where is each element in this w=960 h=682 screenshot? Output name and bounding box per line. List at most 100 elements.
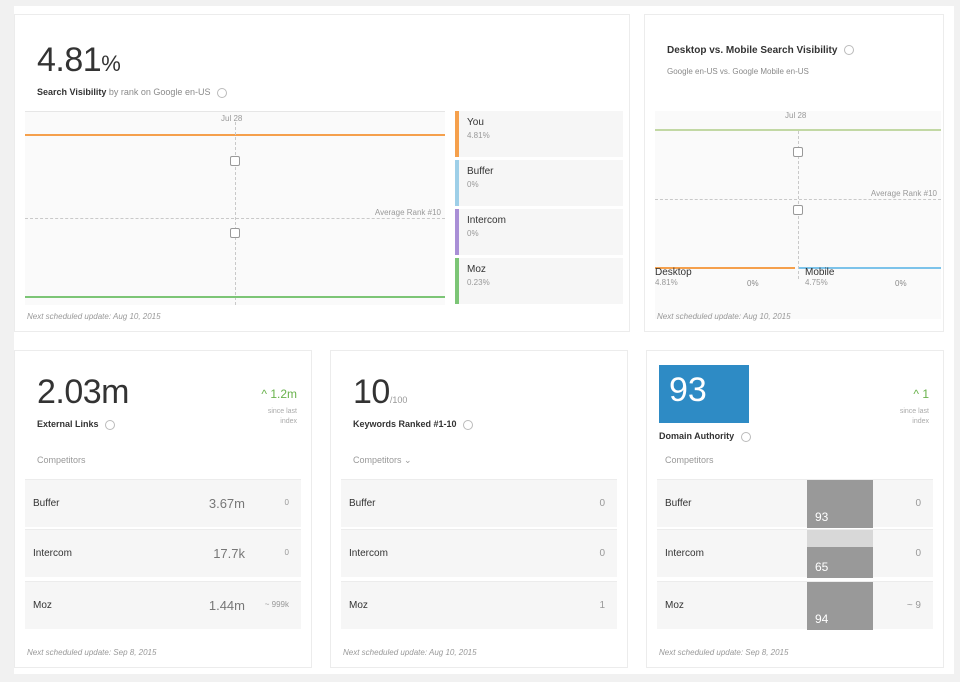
competitor-name: Moz bbox=[349, 600, 368, 611]
point-marker-icon[interactable] bbox=[793, 147, 803, 157]
search-visibility-card: 4.81% Search Visibility by rank on Googl… bbox=[14, 14, 630, 332]
date-marker-line bbox=[235, 122, 236, 305]
desktop-change: 0% bbox=[747, 279, 759, 288]
search-visibility-plot: Jul 28 Average Rank #10 bbox=[25, 111, 445, 305]
dm-title-text: Desktop vs. Mobile Search Visibility bbox=[667, 45, 838, 56]
competitor-value: 3.67m bbox=[208, 496, 245, 511]
sv-label-text: Search Visibility bbox=[37, 87, 107, 97]
competitor-change: 0 bbox=[284, 498, 289, 507]
competitor-name: Buffer bbox=[349, 498, 376, 509]
legend-name: Buffer bbox=[467, 166, 494, 177]
domain-authority-label: Domain Authority bbox=[659, 431, 751, 442]
competitor-name: Buffer bbox=[33, 498, 60, 509]
competitor-row[interactable]: Moz 94 ~ 9 bbox=[657, 581, 933, 630]
legend-name: You bbox=[467, 117, 484, 128]
score-bar: 93 bbox=[807, 480, 873, 528]
keywords-card: 10/100 Keywords Ranked #1-10 Competitors… bbox=[330, 350, 628, 668]
score-bar: 94 bbox=[807, 582, 873, 630]
keywords-number: 10 bbox=[353, 373, 390, 411]
update-note: Next scheduled update: Sep 8, 2015 bbox=[659, 648, 789, 657]
competitor-row[interactable]: Intercom 17.7k 0 bbox=[25, 529, 301, 577]
keywords-label: Keywords Ranked #1-10 bbox=[353, 419, 474, 430]
info-icon[interactable] bbox=[740, 431, 751, 442]
desktop-mobile-card: Desktop vs. Mobile Search Visibility Goo… bbox=[644, 14, 944, 332]
search-visibility-label: Search Visibility by rank on Google en-U… bbox=[37, 87, 227, 98]
score-bar-value: 94 bbox=[815, 612, 829, 626]
update-note: Next scheduled update: Aug 10, 2015 bbox=[27, 312, 161, 321]
score-bar-value: 65 bbox=[815, 560, 829, 574]
info-icon[interactable] bbox=[105, 419, 116, 430]
competitor-row[interactable]: Moz 1 bbox=[341, 581, 617, 629]
info-icon[interactable] bbox=[463, 419, 474, 430]
legend-item-you[interactable]: You 4.81% bbox=[455, 111, 623, 157]
legend-item-intercom[interactable]: Intercom 0% bbox=[455, 209, 623, 255]
competitors-heading: Competitors bbox=[665, 455, 714, 465]
competitor-change: 0 bbox=[284, 548, 289, 557]
update-note: Next scheduled update: Sep 8, 2015 bbox=[27, 648, 157, 657]
dm-subtitle: Google en-US vs. Google Mobile en-US bbox=[667, 67, 809, 76]
competitor-row[interactable]: Intercom 65 0 bbox=[657, 529, 933, 578]
average-rank-line bbox=[25, 218, 445, 219]
plot-date-label: Jul 28 bbox=[221, 114, 243, 123]
info-icon[interactable] bbox=[844, 45, 855, 56]
average-rank-label: Average Rank #10 bbox=[870, 189, 937, 198]
score-bar-value: 93 bbox=[815, 510, 829, 524]
legend-value: 0% bbox=[467, 180, 479, 189]
domain-authority-delta: ^ 1 since last index bbox=[900, 385, 929, 427]
legend-item-buffer[interactable]: Buffer 0% bbox=[455, 160, 623, 206]
sv-value-unit: % bbox=[101, 51, 121, 76]
external-links-delta: ^ 1.2m since last index bbox=[261, 385, 297, 427]
legend-value: 0.23% bbox=[467, 278, 490, 287]
average-rank-line bbox=[655, 199, 941, 200]
competitors-heading: Competitors bbox=[37, 455, 86, 465]
point-marker-icon[interactable] bbox=[230, 228, 240, 238]
sv-value-number: 4.81 bbox=[37, 41, 102, 79]
competitor-name: Buffer bbox=[665, 498, 692, 509]
competitor-row[interactable]: Buffer 3.67m 0 bbox=[25, 479, 301, 527]
delta-note: index bbox=[912, 418, 929, 425]
competitor-value: 0 bbox=[599, 498, 605, 509]
competitor-value: 0 bbox=[599, 548, 605, 559]
delta-note: index bbox=[280, 418, 297, 425]
competitor-row[interactable]: Buffer 93 0 bbox=[657, 479, 933, 528]
competitor-row[interactable]: Intercom 0 bbox=[341, 529, 617, 577]
competitor-change: ~ 9 bbox=[906, 600, 921, 611]
update-note: Next scheduled update: Aug 10, 2015 bbox=[657, 312, 791, 321]
update-note: Next scheduled update: Aug 10, 2015 bbox=[343, 648, 477, 657]
competitor-row[interactable]: Buffer 0 bbox=[341, 479, 617, 527]
point-marker-icon[interactable] bbox=[230, 156, 240, 166]
competitor-name: Intercom bbox=[665, 548, 704, 559]
chevron-down-icon[interactable]: ⌄ bbox=[404, 455, 412, 465]
competitors-heading-text: Competitors bbox=[353, 455, 402, 465]
average-rank-label: Average Rank #10 bbox=[374, 208, 441, 217]
external-links-value: 2.03m bbox=[37, 373, 130, 411]
up-arrow-icon: ^ bbox=[261, 387, 271, 401]
desktop-summary: Desktop 4.81% bbox=[655, 267, 692, 287]
keywords-label-text: Keywords Ranked #1-10 bbox=[353, 419, 457, 429]
competitor-change: 0 bbox=[915, 498, 921, 509]
desktop-label: Desktop bbox=[655, 267, 692, 278]
up-arrow-icon: ^ bbox=[913, 387, 923, 401]
delta-note: since last bbox=[899, 408, 929, 415]
domain-authority-value: 93 bbox=[659, 365, 749, 423]
dm-title: Desktop vs. Mobile Search Visibility bbox=[667, 45, 855, 56]
sv-sublabel: by rank on Google en-US bbox=[108, 87, 211, 97]
external-links-card: 2.03m External Links ^ 1.2m since last i… bbox=[14, 350, 312, 668]
score-bar: 65 bbox=[807, 530, 873, 578]
info-icon[interactable] bbox=[216, 87, 227, 98]
competitor-value: 1 bbox=[599, 600, 605, 611]
point-marker-icon[interactable] bbox=[793, 205, 803, 215]
legend-item-moz[interactable]: Moz 0.23% bbox=[455, 258, 623, 304]
desktop-value: 4.81% bbox=[655, 278, 678, 287]
legend-value: 0% bbox=[467, 229, 479, 238]
mobile-label: Mobile bbox=[805, 267, 835, 278]
mobile-summary: Mobile 4.75% bbox=[805, 267, 834, 287]
competitor-row[interactable]: Moz 1.44m ~ 999k bbox=[25, 581, 301, 629]
external-links-label: External Links bbox=[37, 419, 116, 430]
competitor-name: Intercom bbox=[349, 548, 388, 559]
competitor-name: Moz bbox=[665, 600, 684, 611]
mobile-change: 0% bbox=[895, 279, 907, 288]
external-links-label-text: External Links bbox=[37, 419, 99, 429]
mobile-value: 4.75% bbox=[805, 278, 828, 287]
competitor-value: 17.7k bbox=[213, 546, 245, 561]
